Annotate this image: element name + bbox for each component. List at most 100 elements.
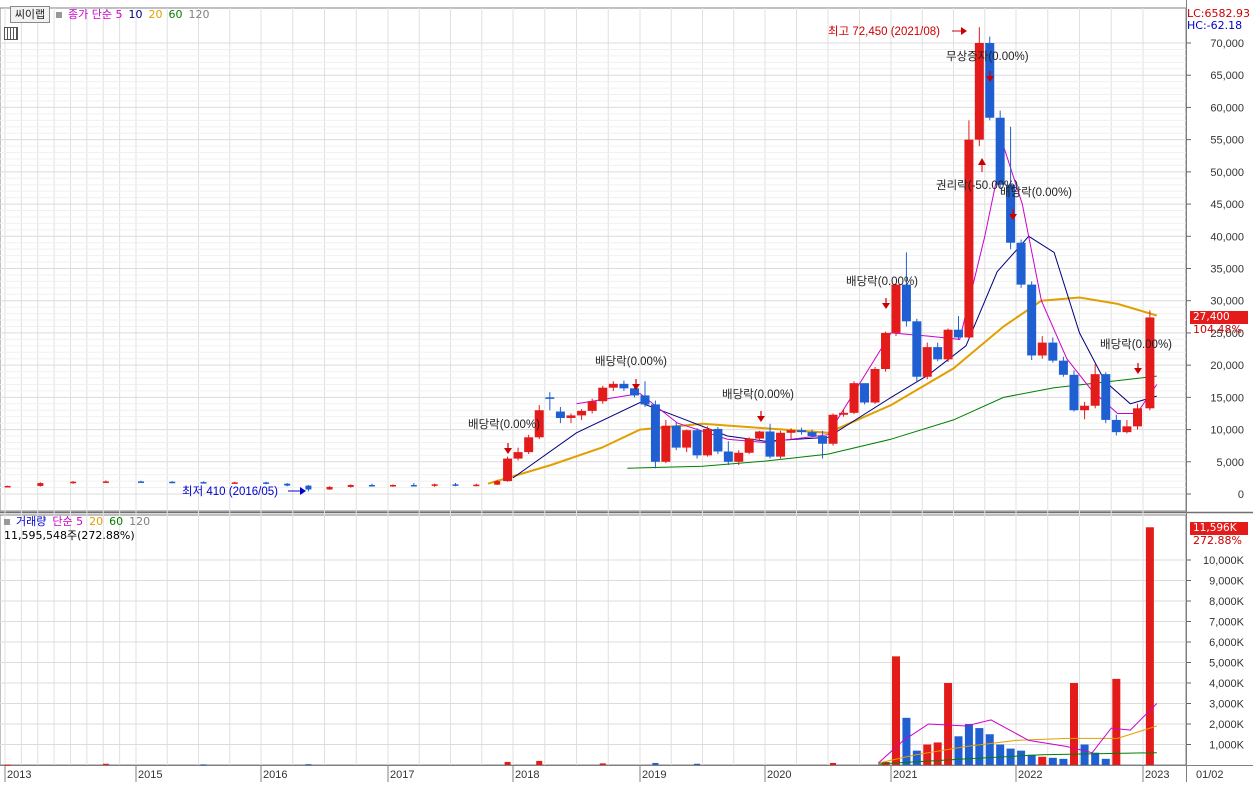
volume-tick-label: 7,000K: [1209, 617, 1245, 629]
candle-body: [1145, 317, 1155, 409]
chart-annotation: 최저 410 (2016/05): [182, 485, 278, 498]
legend-item[interactable]: 단순 5: [52, 515, 83, 528]
price-tick-label: 30,000: [1210, 296, 1244, 308]
volume-bar: [1112, 678, 1121, 765]
candle-body: [901, 284, 911, 322]
volume-bar: [1069, 683, 1078, 765]
hc-label: HC:-62.18: [1187, 19, 1243, 32]
volume-bar: [892, 656, 900, 765]
candle-body: [566, 415, 576, 418]
price-tick-label: 35,000: [1210, 264, 1244, 276]
chart-annotation: 배당락(0.00%): [595, 355, 667, 368]
volume-bar: [504, 761, 511, 765]
volume-panel: [0, 514, 1187, 766]
candle-body: [138, 481, 144, 483]
candle-body: [933, 347, 943, 360]
candle-body: [881, 332, 891, 370]
volume-bar: [954, 736, 963, 765]
candle-body: [410, 484, 417, 487]
candle-body: [513, 452, 523, 459]
candle-body: [661, 425, 671, 462]
volume-bar: [1038, 756, 1047, 765]
volume-bar: [536, 760, 543, 765]
candle-body: [70, 481, 77, 484]
table-icon[interactable]: [4, 27, 18, 40]
candle-body: [849, 383, 859, 413]
legend-item[interactable]: 거래량: [16, 515, 46, 528]
candle-body: [503, 458, 513, 482]
x-tick-label: 2015: [138, 769, 162, 781]
legend-item[interactable]: 10: [128, 8, 142, 21]
x-tick-label: 2020: [767, 769, 791, 781]
chart-annotation: 무상증자(0.00%): [946, 50, 1029, 63]
x-tick-label: 2017: [390, 769, 414, 781]
volume-bar: [4, 764, 11, 766]
legend-item[interactable]: 60: [109, 515, 123, 528]
candle-body: [1069, 374, 1079, 411]
volume-bar: [923, 744, 932, 765]
stock-chart: 0 5,000 10,000 15,000 20,000 25,000 30,000 35,0…: [0, 0, 1253, 782]
candle-body: [102, 481, 109, 483]
candle-body: [650, 404, 660, 462]
legend-item[interactable]: 20: [148, 8, 162, 21]
candle-body: [608, 383, 618, 388]
candle-body: [326, 486, 333, 490]
candle-body: [598, 387, 608, 402]
candle-body: [807, 432, 817, 437]
chart-annotation: 배당락(0.00%): [722, 388, 794, 401]
stock-name-box[interactable]: 씨이랩: [10, 6, 50, 23]
legend-item[interactable]: 20: [89, 515, 103, 528]
volume-bar: [1048, 757, 1057, 765]
volume-bar: [599, 763, 606, 765]
candle-body: [723, 451, 733, 462]
candle-body: [692, 430, 702, 456]
price-tick-label: 40,000: [1210, 231, 1244, 243]
x-tick-label: 2016: [263, 769, 287, 781]
candle-body: [1058, 360, 1068, 375]
candle-body: [1027, 284, 1037, 356]
candle-body: [305, 485, 312, 490]
price-tick-label: 15,000: [1210, 392, 1244, 404]
candle-body: [4, 485, 11, 488]
chart-annotation: 최고 72,450 (2021/08): [828, 25, 940, 38]
chart-canvas: 05,00010,00015,00020,00025,00030,00035,0…: [0, 0, 1253, 782]
candle-body: [891, 284, 901, 333]
candle-body: [755, 431, 765, 439]
volume-tick-label: 3,000K: [1209, 699, 1245, 711]
volume-tick-label: 4,000K: [1209, 678, 1245, 690]
candle-body: [545, 397, 555, 399]
candle-body: [431, 484, 438, 486]
candle-body: [943, 329, 953, 360]
candle-body: [577, 410, 587, 416]
legend-marker-icon: [56, 12, 62, 18]
candle-body: [1122, 426, 1132, 433]
x-tick-label: 2022: [1018, 769, 1042, 781]
chart-annotation: 배당락(0.00%): [846, 275, 918, 288]
volume-bar: [305, 764, 312, 766]
candle-body: [37, 483, 44, 486]
legend-item[interactable]: 120: [188, 8, 209, 21]
candle-body: [284, 483, 291, 486]
candle-body: [870, 369, 880, 403]
volume-bar: [996, 744, 1005, 765]
candle-body: [169, 481, 176, 484]
candle-body: [734, 452, 744, 462]
volume-bar: [652, 762, 659, 765]
price-tick-label: 55,000: [1210, 135, 1244, 147]
candle-body: [1101, 374, 1111, 420]
x-tick-label: 01/02: [1196, 769, 1224, 781]
volume-tick-label: 10,000K: [1203, 555, 1245, 567]
candle-body: [555, 411, 565, 418]
volume-bar: [1101, 758, 1110, 765]
legend-item[interactable]: 120: [129, 515, 150, 528]
candle-body: [912, 321, 922, 377]
x-tick-label: 2013: [7, 769, 31, 781]
volume-bar: [694, 763, 701, 765]
candle-body: [744, 438, 754, 453]
legend-item[interactable]: 종가 단순 5: [68, 8, 122, 21]
candle-body: [587, 401, 597, 411]
legend-item[interactable]: 60: [168, 8, 182, 21]
candle-body: [231, 482, 238, 484]
volume-bar: [830, 762, 837, 765]
candle-body: [1037, 342, 1047, 356]
